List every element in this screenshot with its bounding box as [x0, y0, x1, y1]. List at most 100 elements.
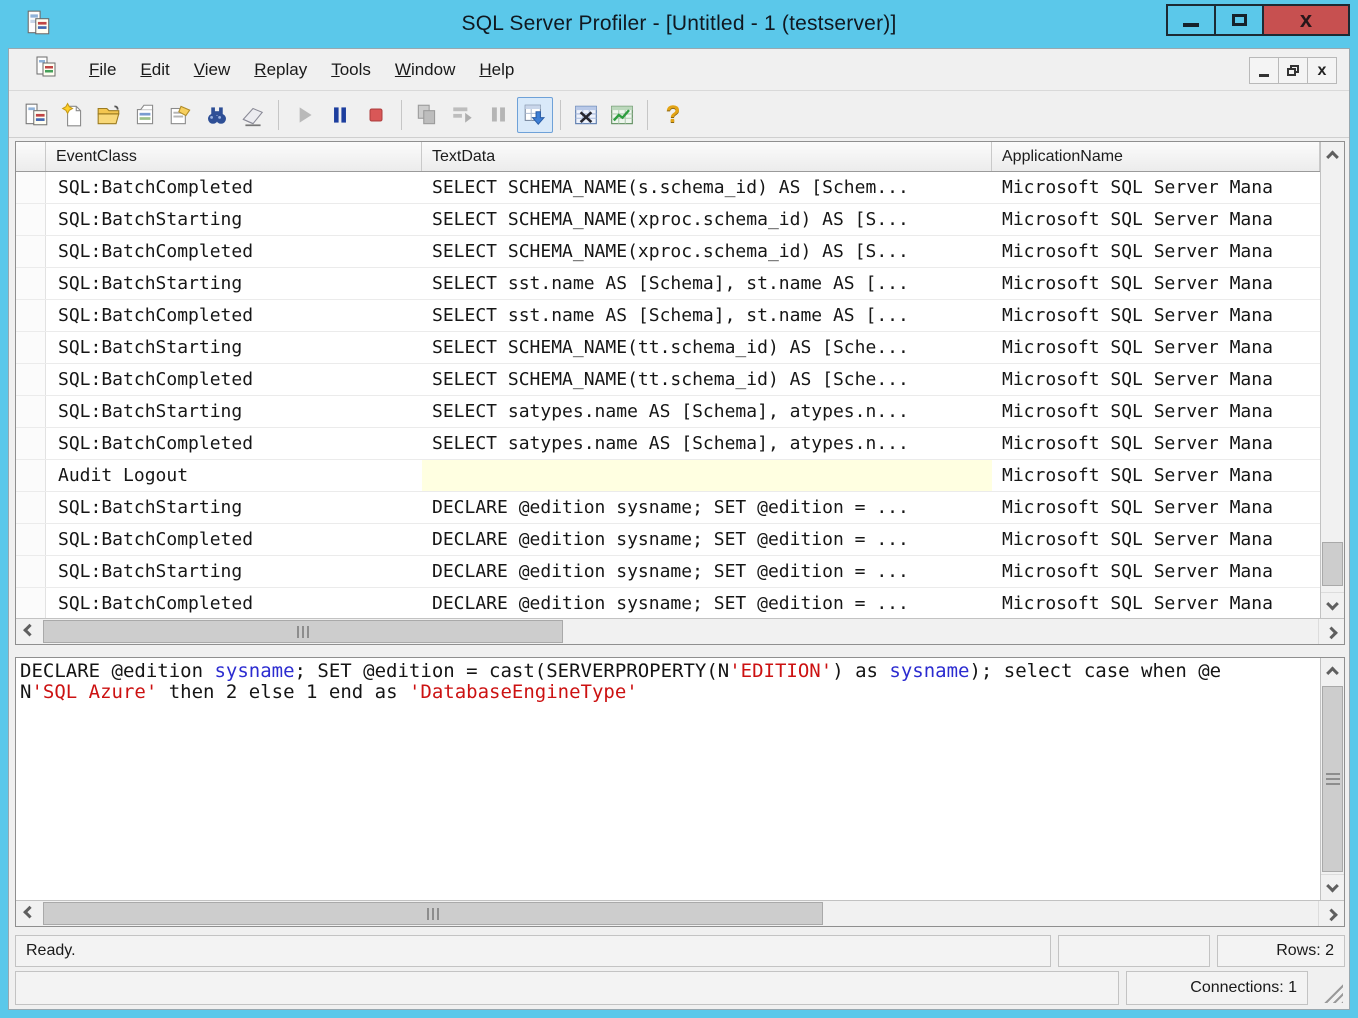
- run-to-cursor-button[interactable]: [445, 97, 481, 133]
- detail-vertical-scrollbar[interactable]: [1320, 658, 1344, 900]
- applicationname-cell: Microsoft SQL Server Mana: [992, 268, 1320, 299]
- app-status-bar: Connections: 1: [15, 971, 1345, 1005]
- pause-trace-button[interactable]: [322, 97, 358, 133]
- toggle-breakpoint-button[interactable]: [481, 97, 517, 133]
- scroll-left-icon[interactable]: [16, 901, 42, 926]
- trace-row[interactable]: SQL:BatchStartingSELECT SCHEMA_NAME(xpro…: [16, 204, 1320, 236]
- mdi-minimize-button[interactable]: [1249, 57, 1279, 84]
- trace-row[interactable]: SQL:BatchCompletedSELECT SCHEMA_NAME(xpr…: [16, 236, 1320, 268]
- scroll-down-icon[interactable]: [1321, 874, 1344, 900]
- profiler-window: SQL Server Profiler - [Untitled - 1 (tes…: [0, 0, 1358, 1018]
- row-selector-cell: [16, 396, 46, 427]
- applicationname-cell: Microsoft SQL Server Mana: [992, 332, 1320, 363]
- scroll-up-icon[interactable]: [1321, 142, 1344, 168]
- trace-row[interactable]: Audit LogoutMicrosoft SQL Server Mana: [16, 460, 1320, 492]
- row-selector-cell: [16, 492, 46, 523]
- trace-row[interactable]: SQL:BatchStartingDECLARE @edition sysnam…: [16, 556, 1320, 588]
- run-to-cursor-icon: [450, 102, 476, 128]
- eventclass-cell: SQL:BatchCompleted: [46, 428, 422, 459]
- grid-vscroll-thumb[interactable]: [1322, 542, 1343, 586]
- applicationname-cell: Microsoft SQL Server Mana: [992, 524, 1320, 555]
- run-trace-button[interactable]: [286, 97, 322, 133]
- mdi-restore-button[interactable]: [1278, 57, 1308, 84]
- row-selector-header[interactable]: [16, 142, 46, 171]
- row-selector-cell: [16, 236, 46, 267]
- find-button[interactable]: [199, 97, 235, 133]
- grid-hscroll-thumb[interactable]: [43, 620, 563, 643]
- detail-vscroll-thumb[interactable]: [1322, 686, 1343, 872]
- menu-replay[interactable]: Replay: [242, 54, 319, 86]
- textdata-cell: SELECT satypes.name AS [Schema], atypes.…: [422, 396, 992, 427]
- column-filter-button[interactable]: [568, 97, 604, 133]
- eventclass-cell: SQL:BatchCompleted: [46, 236, 422, 267]
- trace-row[interactable]: SQL:BatchCompletedSELECT SCHEMA_NAME(s.s…: [16, 172, 1320, 204]
- window-title: SQL Server Profiler - [Untitled - 1 (tes…: [0, 12, 1358, 36]
- mdi-close-button[interactable]: x: [1307, 57, 1337, 84]
- scroll-left-icon[interactable]: [16, 619, 42, 644]
- detail-hscroll-thumb[interactable]: [43, 902, 823, 925]
- text-detail-pane: DECLARE @edition sysname; SET @edition =…: [15, 657, 1345, 927]
- applicationname-cell: Microsoft SQL Server Mana: [992, 236, 1320, 267]
- trace-row[interactable]: SQL:BatchCompletedSELECT sst.name AS [Sc…: [16, 300, 1320, 332]
- stop-trace-button[interactable]: [358, 97, 394, 133]
- grid-horizontal-scrollbar[interactable]: [16, 618, 1344, 644]
- trace-row[interactable]: SQL:BatchStartingSELECT sst.name AS [Sch…: [16, 268, 1320, 300]
- grid-vertical-scrollbar[interactable]: [1320, 142, 1344, 618]
- scroll-right-icon[interactable]: [1318, 619, 1344, 644]
- applicationname-cell: Microsoft SQL Server Mana: [992, 364, 1320, 395]
- sql-text-view[interactable]: DECLARE @edition sysname; SET @edition =…: [16, 658, 1320, 900]
- eventclass-cell: SQL:BatchCompleted: [46, 364, 422, 395]
- grid-chart-icon: [609, 102, 635, 128]
- scroll-right-icon[interactable]: [1318, 901, 1344, 926]
- menu-file[interactable]: File: [77, 54, 128, 86]
- new-trace-button[interactable]: [19, 97, 55, 133]
- menu-window[interactable]: Window: [383, 54, 467, 86]
- scroll-down-icon[interactable]: [1321, 592, 1344, 618]
- eventclass-cell: SQL:BatchStarting: [46, 332, 422, 363]
- play-icon: [291, 102, 317, 128]
- trace-row[interactable]: SQL:BatchStartingSELECT satypes.name AS …: [16, 396, 1320, 428]
- maximize-icon: [1232, 14, 1247, 26]
- resize-grip[interactable]: [1315, 971, 1345, 1005]
- column-header-eventclass[interactable]: EventClass: [46, 142, 422, 171]
- column-header-applicationname[interactable]: ApplicationName: [992, 142, 1320, 171]
- scroll-up-icon[interactable]: [1321, 658, 1344, 684]
- maximize-button[interactable]: [1214, 4, 1264, 36]
- close-icon: x: [1300, 9, 1312, 31]
- auto-scroll-button[interactable]: [517, 97, 553, 133]
- trace-row[interactable]: SQL:BatchStartingSELECT SCHEMA_NAME(tt.s…: [16, 332, 1320, 364]
- organize-columns-button[interactable]: [604, 97, 640, 133]
- trace-row[interactable]: SQL:BatchCompletedSELECT satypes.name AS…: [16, 428, 1320, 460]
- textdata-cell: DECLARE @edition sysname; SET @edition =…: [422, 524, 992, 555]
- toolbar: ?: [9, 92, 1349, 138]
- menu-view[interactable]: View: [182, 54, 243, 86]
- textdata-cell: SELECT SCHEMA_NAME(s.schema_id) AS [Sche…: [422, 172, 992, 203]
- trace-row[interactable]: SQL:BatchCompletedSELECT SCHEMA_NAME(tt.…: [16, 364, 1320, 396]
- menu-edit[interactable]: Edit: [128, 54, 181, 86]
- open-trace-button[interactable]: [91, 97, 127, 133]
- minimize-button[interactable]: [1166, 4, 1216, 36]
- help-button[interactable]: ?: [655, 97, 691, 133]
- open-folder-icon: [96, 102, 122, 128]
- title-bar: SQL Server Profiler - [Untitled - 1 (tes…: [0, 0, 1358, 48]
- textdata-cell: SELECT SCHEMA_NAME(xproc.schema_id) AS […: [422, 204, 992, 235]
- clear-trace-button[interactable]: [235, 97, 271, 133]
- row-selector-cell: [16, 300, 46, 331]
- trace-row[interactable]: SQL:BatchStartingDECLARE @edition sysnam…: [16, 492, 1320, 524]
- applicationname-cell: Microsoft SQL Server Mana: [992, 300, 1320, 331]
- execute-step-button[interactable]: [409, 97, 445, 133]
- menu-help[interactable]: Help: [467, 54, 526, 86]
- trace-row[interactable]: SQL:BatchCompletedDECLARE @edition sysna…: [16, 524, 1320, 556]
- properties-button[interactable]: [163, 97, 199, 133]
- column-header-textdata[interactable]: TextData: [422, 142, 992, 171]
- detail-horizontal-scrollbar[interactable]: [16, 900, 1344, 926]
- applicationname-cell: Microsoft SQL Server Mana: [992, 428, 1320, 459]
- eventclass-cell: Audit Logout: [46, 460, 422, 491]
- new-document-button[interactable]: [55, 97, 91, 133]
- pause-icon: [327, 102, 353, 128]
- new-trace-icon: [24, 102, 50, 128]
- trace-row[interactable]: SQL:BatchCompletedDECLARE @edition sysna…: [16, 588, 1320, 618]
- close-button[interactable]: x: [1262, 4, 1350, 36]
- menu-tools[interactable]: Tools: [319, 54, 383, 86]
- open-trace-table-button[interactable]: [127, 97, 163, 133]
